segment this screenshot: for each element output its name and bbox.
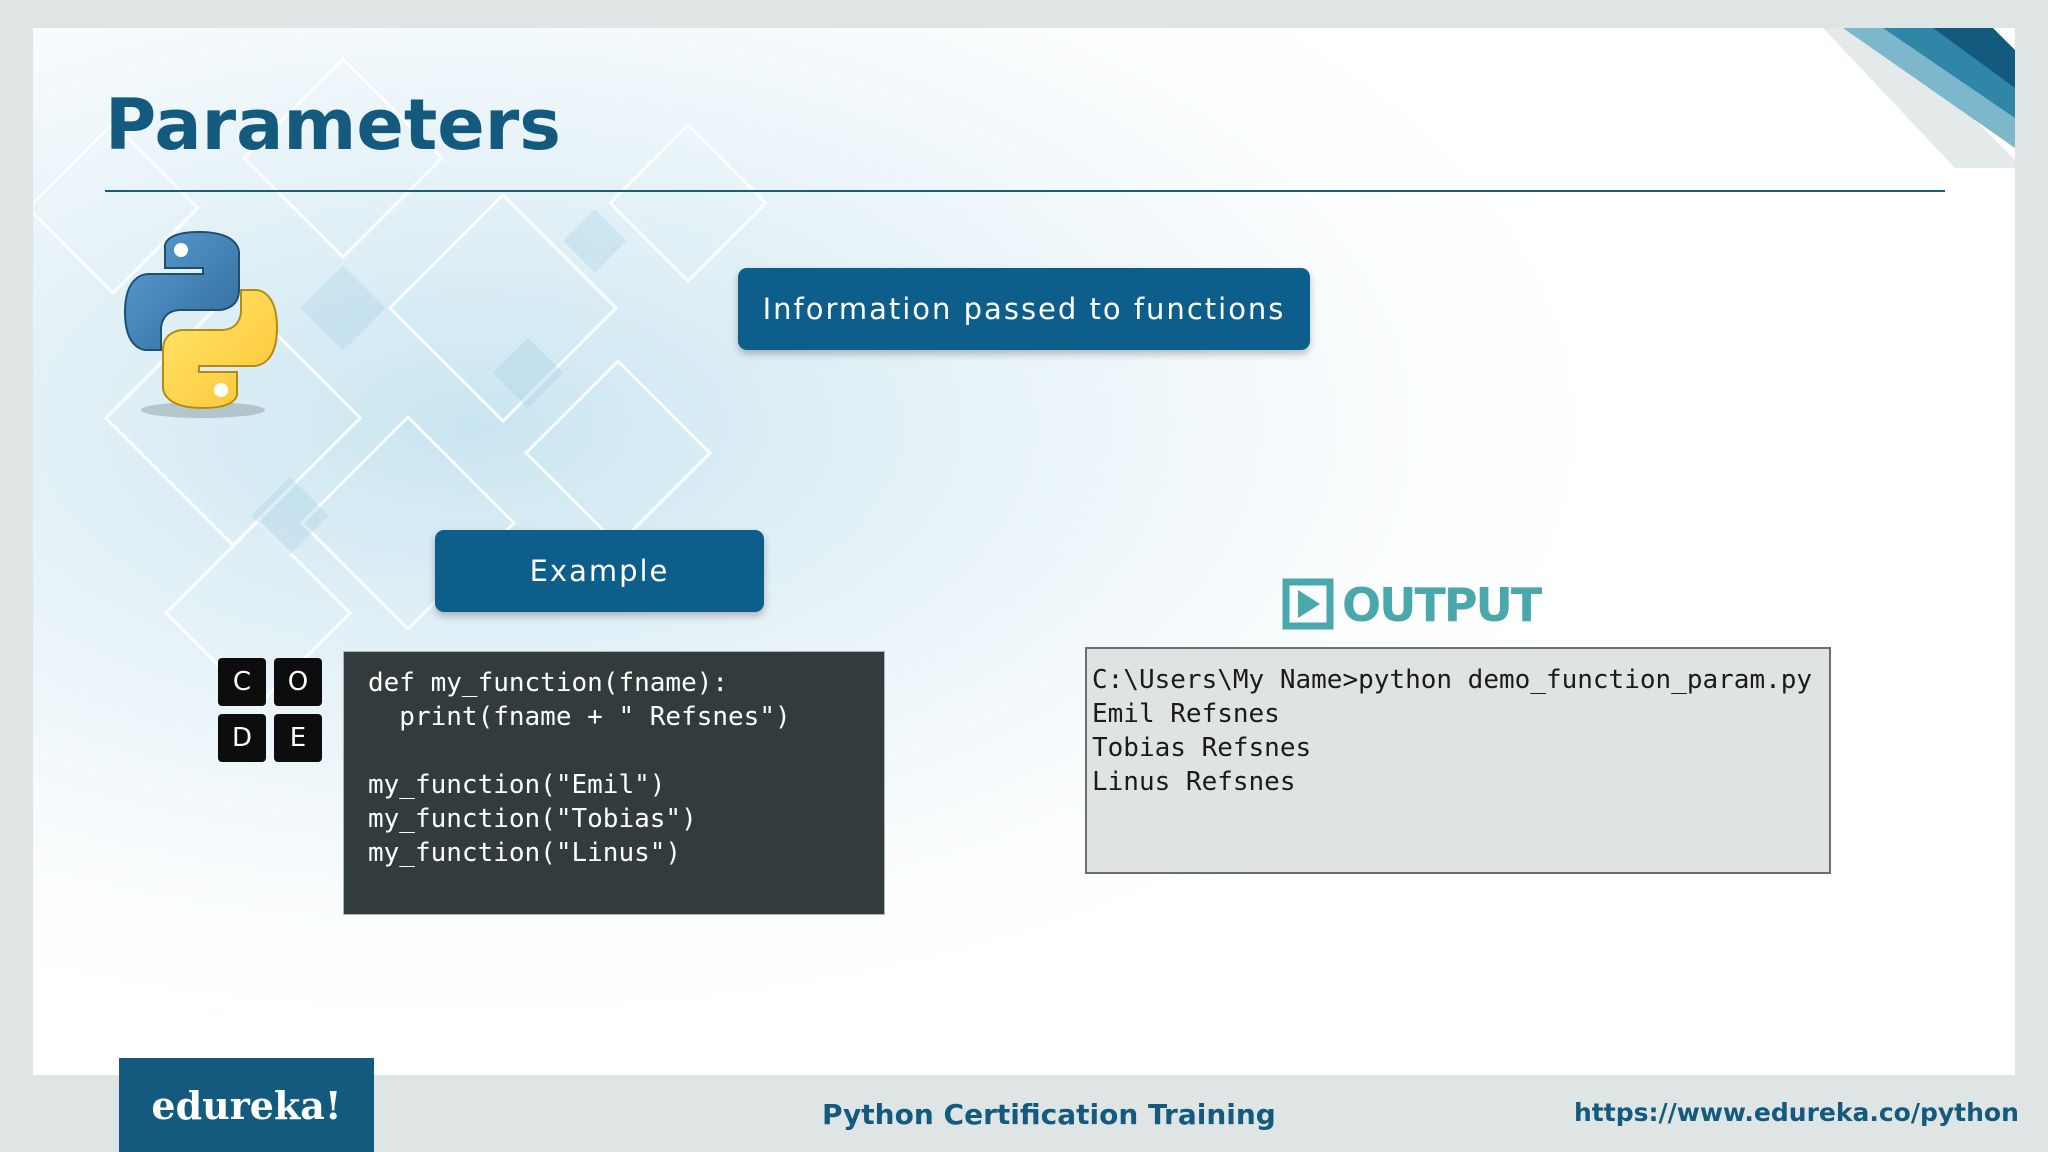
code-badge-letter: C — [218, 658, 266, 706]
output-line: C:\Users\My Name>python demo_function_pa… — [1092, 665, 1813, 695]
code-badge-letter: E — [274, 714, 322, 762]
code-line: my_function("Emil") — [368, 770, 666, 800]
output-line: Emil Refsnes — [1092, 699, 1280, 729]
code-line: my_function("Tobias") — [368, 804, 697, 834]
footer-url-link[interactable]: https://www.edureka.co/python — [1574, 1098, 2019, 1127]
output-console: C:\Users\My Name>python demo_function_pa… — [1085, 647, 1831, 874]
edureka-logo: edureka! — [119, 1058, 374, 1152]
background-diamond-pattern — [33, 28, 2015, 1075]
output-play-icon — [1282, 578, 1334, 630]
output-logo: OUTPUT — [1280, 574, 1542, 634]
output-logo-text: OUTPUT — [1342, 578, 1542, 632]
example-pill: Example — [435, 530, 764, 612]
output-line: Linus Refsnes — [1092, 767, 1296, 797]
title-divider — [105, 190, 1945, 192]
footer-course-title: Python Certification Training — [822, 1098, 1276, 1131]
code-line: my_function("Linus") — [368, 838, 682, 868]
corner-decoration — [1823, 28, 2015, 168]
code-block: def my_function(fname): print(fname + " … — [343, 651, 885, 915]
slide-page: Parameters Information passed to functio… — [0, 0, 2048, 1152]
code-badge-icon: C O D E — [218, 658, 324, 764]
page-title: Parameters — [105, 84, 561, 166]
code-line: print(fname + " Refsnes") — [368, 702, 791, 732]
python-logo-icon — [123, 230, 279, 418]
output-line: Tobias Refsnes — [1092, 733, 1312, 763]
code-line: def my_function(fname): — [368, 668, 729, 698]
code-badge-letter: D — [218, 714, 266, 762]
code-badge-letter: O — [274, 658, 322, 706]
slide-canvas: Parameters Information passed to functio… — [33, 28, 2015, 1075]
info-pill: Information passed to functions — [738, 268, 1310, 350]
